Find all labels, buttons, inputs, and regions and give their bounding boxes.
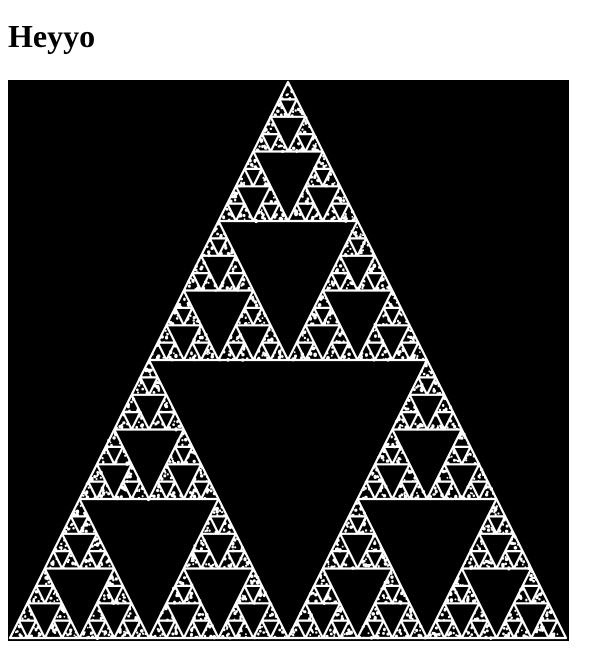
sierpinski-triangle-drawing bbox=[8, 80, 569, 641]
fractal-canvas bbox=[8, 80, 569, 641]
page: Heyyo bbox=[0, 0, 601, 657]
page-title: Heyyo bbox=[8, 18, 96, 54]
